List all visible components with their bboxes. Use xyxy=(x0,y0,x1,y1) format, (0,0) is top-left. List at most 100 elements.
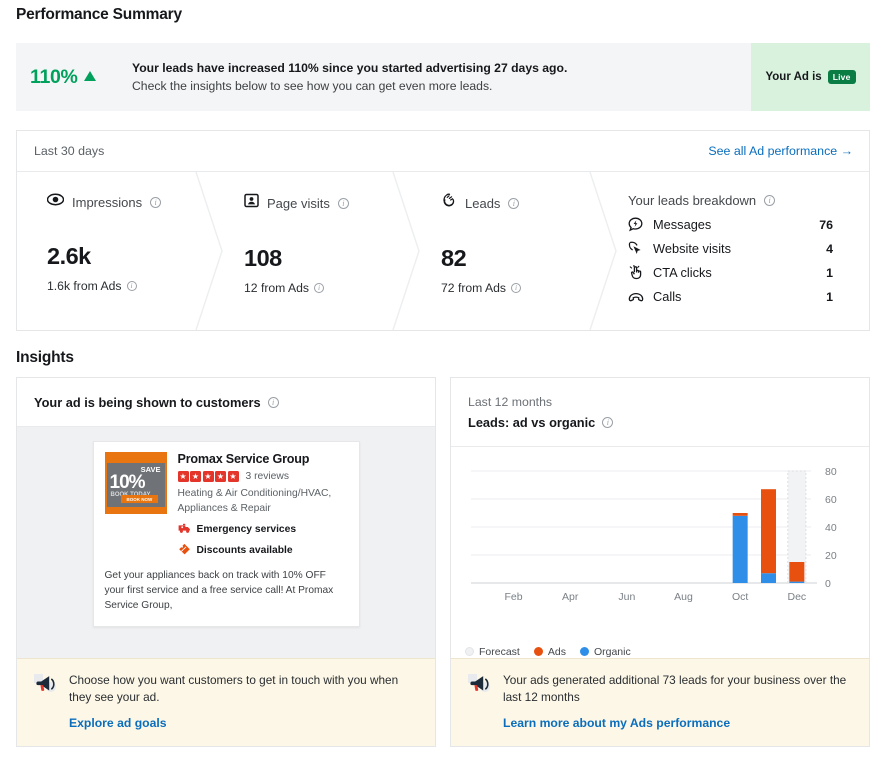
explore-ad-goals-link[interactable]: Explore ad goals xyxy=(69,716,167,730)
banner-text: Your leads have increased 110% since you… xyxy=(132,61,567,93)
leads-hand-icon xyxy=(441,193,457,213)
ad-performance-card: Last 30 days See all Ad performance → Im… xyxy=(16,130,870,331)
learn-more-ads-performance-link[interactable]: Learn more about my Ads performance xyxy=(503,716,730,730)
tap-hand-icon xyxy=(628,265,653,280)
banner-subline: Check the insights below to see how you … xyxy=(132,79,493,93)
chart-header: Last 12 months Leads: ad vs organic i xyxy=(451,378,869,447)
ad-preview-card: Your ad is being shown to customers i SA… xyxy=(16,377,436,747)
performance-banner: 110% Your leads have increased 110% sinc… xyxy=(16,43,870,111)
svg-text:0: 0 xyxy=(825,578,831,590)
badge-label: Discounts available xyxy=(196,544,293,556)
metric-subvalue: 12 from Ads i xyxy=(244,281,411,295)
svg-text:Feb: Feb xyxy=(504,591,522,603)
breakdown-title: Your leads breakdown xyxy=(628,193,757,208)
badge-emergency-services: Emergency services xyxy=(178,523,348,537)
breakdown-value: 4 xyxy=(826,241,833,256)
star-icon: ★ xyxy=(227,471,239,482)
ad-preview-stage: SAVE 10% BOOK TODAY BOOK NOW Promax Serv… xyxy=(17,427,435,658)
breakdown-value: 1 xyxy=(826,289,833,304)
thumb-bottom-bar xyxy=(106,507,165,512)
badge-label: Emergency services xyxy=(196,524,297,536)
megaphone-icon xyxy=(466,672,492,732)
ambulance-icon xyxy=(178,523,191,537)
date-range-label: Last 30 days xyxy=(34,144,105,158)
leads-bar-chart: 0 20 40 60 80 Feb Apr Jun Aug Oct Dec xyxy=(451,447,869,640)
info-icon[interactable]: i xyxy=(508,197,520,209)
svg-text:20: 20 xyxy=(825,550,837,562)
metric-header: Impressions i xyxy=(46,193,214,211)
metrics-header: Last 30 days See all Ad performance → xyxy=(17,131,869,172)
breakdown-row-cta-clicks: CTA clicks 1 xyxy=(628,265,869,280)
cursor-click-icon xyxy=(628,241,653,256)
ad-preview-header-title: Your ad is being shown to customers xyxy=(34,395,261,410)
thumb-top-bar xyxy=(106,454,165,463)
legend-swatch xyxy=(533,647,543,657)
breakdown-header: Your leads breakdown i xyxy=(628,193,869,208)
legend-label: Ads xyxy=(547,645,566,658)
breakdown-label: Messages xyxy=(653,217,712,232)
megaphone-icon xyxy=(32,672,58,732)
insights-row: Your ad is being shown to customers i SA… xyxy=(16,377,870,747)
info-icon[interactable]: i xyxy=(126,281,137,291)
metric-label: Page visits xyxy=(267,195,330,211)
metric-sub-text: 72 from Ads xyxy=(441,281,507,295)
banner-content: 110% Your leads have increased 110% sinc… xyxy=(16,43,751,111)
star-icon: ★ xyxy=(215,471,226,482)
callout-text: Choose how you want customers to get in … xyxy=(69,672,399,704)
message-bolt-icon xyxy=(628,217,653,232)
legend-label: Forecast xyxy=(479,645,520,658)
percent-value: 110% xyxy=(30,65,78,88)
chart-header-col: Last 12 months Leads: ad vs organic i xyxy=(468,395,614,430)
info-icon[interactable]: i xyxy=(764,195,776,206)
badge-discounts-available: Discounts available xyxy=(178,543,348,558)
info-icon[interactable]: i xyxy=(602,417,614,428)
breakdown-row-messages: Messages 76 xyxy=(628,217,869,232)
breakdown-value: 1 xyxy=(826,265,833,280)
ad-description: Get your appliances back on track with 1… xyxy=(104,569,334,612)
metric-sub-text: 12 from Ads xyxy=(244,281,310,295)
phone-icon xyxy=(628,291,653,303)
business-categories: Heating & Air Conditioning/HVAC, Applian… xyxy=(177,488,332,514)
performance-summary-page: Performance Summary 110% Your leads have… xyxy=(0,0,886,747)
info-icon[interactable]: i xyxy=(337,197,349,209)
metric-value: 82 xyxy=(441,245,467,271)
legend-item-ads: Ads xyxy=(533,645,566,658)
status-badge: Live xyxy=(827,69,856,85)
banner-headline: Your leads have increased 110% since you… xyxy=(132,61,568,75)
leads-breakdown: Your leads breakdown i Messages 76 Websi… xyxy=(608,172,869,330)
svg-text:80: 80 xyxy=(825,466,837,478)
info-icon[interactable]: i xyxy=(267,397,279,408)
page-visits-icon xyxy=(244,193,259,213)
svg-text:60: 60 xyxy=(825,494,837,506)
chart-legend: Forecast Ads Organic xyxy=(451,640,869,658)
ad-business-info: Promax Service Group ★ ★ ★ ★ ★ 3 reviews xyxy=(177,452,348,558)
metric-value: 108 xyxy=(244,245,282,271)
callout-body: Choose how you want customers to get in … xyxy=(69,672,419,732)
business-name: Promax Service Group xyxy=(177,452,310,466)
ad-preview-header: Your ad is being shown to customers i xyxy=(17,378,435,427)
legend-item-forecast: Forecast xyxy=(465,646,520,658)
metrics-body: Impressions i 2.6k 1.6k from Ads i Page … xyxy=(17,172,869,330)
review-count: 3 reviews xyxy=(245,471,290,482)
legend-item-organic: Organic xyxy=(579,646,631,658)
breakdown-label: Website visits xyxy=(653,241,731,256)
svg-text:40: 40 xyxy=(825,522,837,534)
metric-sub-text: 1.6k from Ads xyxy=(47,279,122,293)
callout-text: Your ads generated additional 73 leads f… xyxy=(503,672,847,704)
business-ad-card[interactable]: SAVE 10% BOOK TODAY BOOK NOW Promax Serv… xyxy=(92,441,360,627)
chart-title-row: Leads: ad vs organic i xyxy=(468,415,614,430)
info-icon[interactable]: i xyxy=(314,283,325,293)
ad-goals-callout: Choose how you want customers to get in … xyxy=(17,657,435,746)
metric-page-visits: Page visits i 108 12 from Ads i xyxy=(214,172,420,330)
star-rating: ★ ★ ★ ★ ★ xyxy=(177,471,239,482)
info-icon[interactable]: i xyxy=(150,196,162,208)
ad-thumbnail-image: SAVE 10% BOOK TODAY BOOK NOW xyxy=(104,452,167,514)
svg-text:Dec: Dec xyxy=(787,591,806,603)
info-icon[interactable]: i xyxy=(511,283,522,293)
percent-change: 110% xyxy=(30,66,132,89)
star-icon: ★ xyxy=(177,471,189,482)
breakdown-row-website-visits: Website visits 4 xyxy=(628,241,869,256)
see-all-ad-performance-link[interactable]: See all Ad performance → xyxy=(708,144,853,158)
chart-title: Leads: ad vs organic xyxy=(468,415,596,430)
svg-text:Apr: Apr xyxy=(562,591,579,603)
